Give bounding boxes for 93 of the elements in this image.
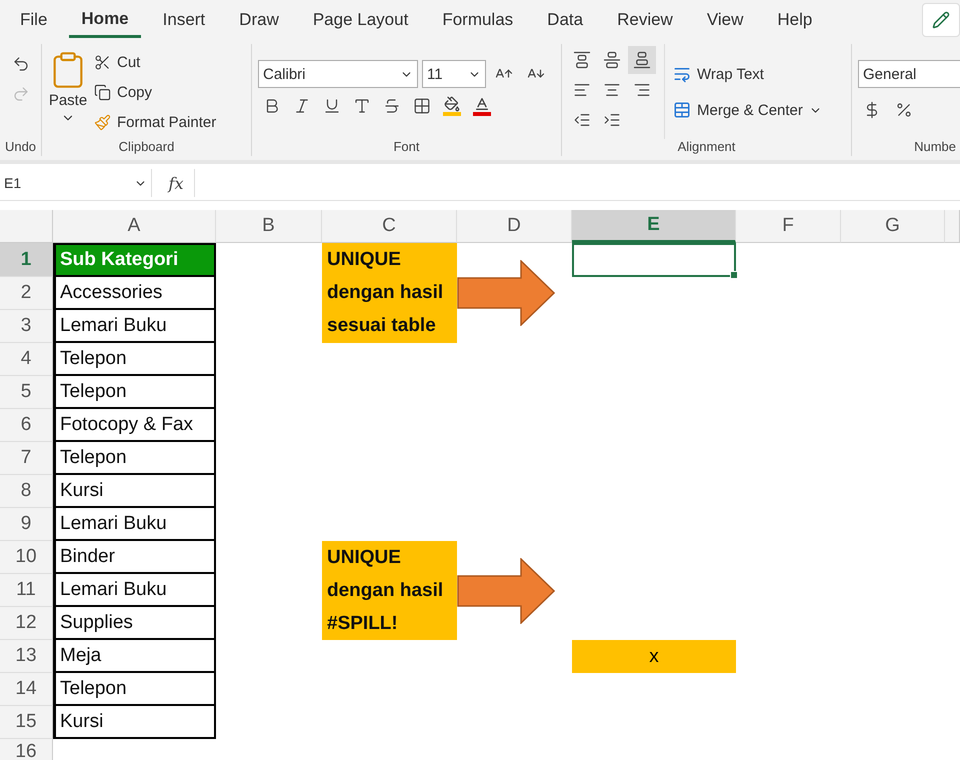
font-size-field[interactable]: 11 bbox=[422, 60, 486, 88]
table-cell: Telepon bbox=[53, 376, 216, 409]
table-cell: Telepon bbox=[53, 673, 216, 706]
row-header[interactable]: 8 bbox=[0, 475, 53, 508]
table-cell: Lemari Buku bbox=[53, 508, 216, 541]
row-header[interactable]: 15 bbox=[0, 706, 53, 739]
ribbon-tab[interactable]: Draw bbox=[227, 4, 291, 36]
align-top-icon[interactable] bbox=[573, 51, 591, 69]
group-label: Alignment bbox=[676, 139, 736, 156]
align-center-icon[interactable] bbox=[603, 81, 621, 99]
wrap-text-button[interactable]: Wrap Text bbox=[673, 60, 822, 88]
underline-icon[interactable] bbox=[323, 97, 341, 115]
table-cell: Accessories bbox=[53, 277, 216, 310]
table-cell: Binder bbox=[53, 541, 216, 574]
number-format-field[interactable]: General bbox=[858, 60, 960, 88]
group-label: Numbe bbox=[913, 139, 957, 156]
group-label: Clipboard bbox=[118, 139, 176, 156]
insert-function-button[interactable]: fx bbox=[158, 169, 195, 197]
callout-label: UNIQUE dengan hasil #SPILL! bbox=[322, 541, 457, 640]
row-header[interactable]: 14 bbox=[0, 673, 53, 706]
fill-handle[interactable] bbox=[730, 271, 738, 279]
column-header[interactable]: D bbox=[457, 210, 572, 243]
column-header[interactable]: G bbox=[841, 210, 945, 243]
ribbon-tab[interactable]: Insert bbox=[150, 4, 218, 36]
scissors-icon[interactable] bbox=[94, 54, 111, 70]
column-header[interactable]: A bbox=[53, 210, 216, 243]
clipboard-action-button[interactable]: Copy bbox=[94, 78, 216, 106]
paste-button[interactable]: Paste bbox=[48, 44, 88, 139]
fill-color-bar bbox=[443, 112, 461, 116]
align-left-icon[interactable] bbox=[573, 81, 591, 99]
name-box[interactable]: E1 bbox=[0, 169, 152, 197]
decrease-indent-icon[interactable] bbox=[573, 111, 591, 129]
merge-center-button[interactable]: Merge & Center bbox=[673, 96, 822, 124]
column-header[interactable]: F bbox=[736, 210, 841, 243]
row-header[interactable]: 13 bbox=[0, 640, 53, 673]
paint-bucket-icon[interactable] bbox=[444, 96, 460, 112]
font-color-bar bbox=[473, 112, 491, 116]
undo-icon[interactable] bbox=[12, 55, 30, 73]
row-header[interactable]: 4 bbox=[0, 343, 53, 376]
align-middle-icon[interactable] bbox=[603, 51, 621, 69]
active-cell[interactable] bbox=[572, 243, 736, 277]
row-header[interactable]: 7 bbox=[0, 442, 53, 475]
percent-icon[interactable] bbox=[895, 101, 913, 119]
table-cell: Kursi bbox=[53, 475, 216, 508]
copy-icon[interactable] bbox=[94, 84, 111, 100]
row-header[interactable]: 6 bbox=[0, 409, 53, 442]
ribbon-tab[interactable]: Page Layout bbox=[300, 4, 420, 36]
row-header[interactable]: 1 bbox=[0, 243, 53, 277]
row-header[interactable]: 9 bbox=[0, 508, 53, 541]
ribbon-tab[interactable]: Review bbox=[605, 4, 685, 36]
merge-cells-icon[interactable] bbox=[673, 101, 691, 119]
align-bottom-icon[interactable] bbox=[633, 51, 651, 69]
clipboard-action-button[interactable]: Format Painter bbox=[94, 108, 216, 136]
column-header[interactable]: C bbox=[322, 210, 457, 243]
table-cell: Supplies bbox=[53, 607, 216, 640]
increase-indent-icon[interactable] bbox=[603, 111, 621, 129]
table-cell: Meja bbox=[53, 640, 216, 673]
column-header[interactable]: E bbox=[572, 210, 736, 243]
ribbon-tab[interactable]: Data bbox=[535, 4, 596, 36]
header-cell: Sub Kategori bbox=[53, 243, 216, 277]
italic-icon[interactable] bbox=[293, 97, 311, 115]
ribbon-tab[interactable]: Formulas bbox=[430, 4, 526, 36]
row-header[interactable]: 5 bbox=[0, 376, 53, 409]
ribbon-tab[interactable]: File bbox=[8, 4, 60, 36]
row-header[interactable]: 12 bbox=[0, 607, 53, 640]
borders-icon[interactable] bbox=[413, 97, 431, 115]
table-cell: Fotocopy & Fax bbox=[53, 409, 216, 442]
row-header[interactable]: 2 bbox=[0, 277, 53, 310]
ribbon-tab[interactable]: View bbox=[694, 4, 756, 36]
table-cell: Telepon bbox=[53, 442, 216, 475]
clipboard-action-button[interactable]: Cut bbox=[94, 48, 216, 76]
row-header[interactable]: 10 bbox=[0, 541, 53, 574]
pencil-icon[interactable] bbox=[932, 11, 950, 29]
font-color-icon[interactable] bbox=[474, 96, 490, 112]
editing-mode-button[interactable] bbox=[922, 3, 960, 37]
table-cell: Lemari Buku bbox=[53, 574, 216, 607]
table-cell: Telepon bbox=[53, 343, 216, 376]
row-header[interactable]: 16 bbox=[0, 739, 53, 760]
column-header[interactable]: B bbox=[216, 210, 322, 243]
callout-label: UNIQUE dengan hasil sesuai table bbox=[322, 243, 457, 343]
ribbon-tab[interactable]: Help bbox=[765, 4, 824, 36]
row-header[interactable]: 11 bbox=[0, 574, 53, 607]
row-header[interactable]: 3 bbox=[0, 310, 53, 343]
vertical-align-button[interactable] bbox=[628, 46, 656, 74]
wrap-text-icon[interactable] bbox=[673, 65, 691, 83]
align-right-icon[interactable] bbox=[633, 81, 651, 99]
table-cell: Kursi bbox=[53, 706, 216, 739]
group-label: Font bbox=[392, 139, 420, 156]
highlighted-cell: x bbox=[572, 640, 736, 673]
group-label: Undo bbox=[4, 139, 38, 156]
strikethrough-icon[interactable] bbox=[383, 97, 401, 115]
table-cell: Lemari Buku bbox=[53, 310, 216, 343]
font-name-field[interactable]: Calibri bbox=[258, 60, 418, 88]
